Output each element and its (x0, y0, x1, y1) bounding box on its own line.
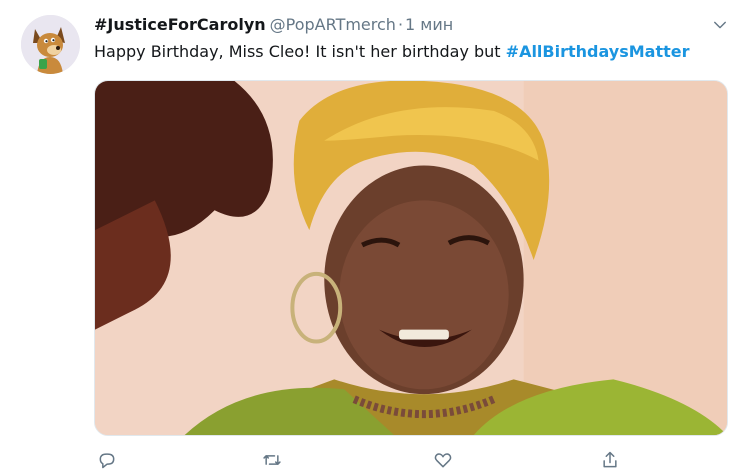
tweet-actions (94, 448, 728, 472)
reply-icon (99, 453, 115, 469)
retweet-icon (263, 455, 281, 465)
tweet[interactable]: #JusticeForCarolyn @PopARTmerch · 1 мин Hap… (0, 0, 740, 476)
tweet-text: Happy Birthday, Miss Cleo! It isn't her … (94, 41, 690, 63)
reply-button[interactable] (94, 448, 120, 472)
like-button[interactable] (430, 448, 456, 472)
share-button[interactable] (597, 448, 623, 472)
user-handle[interactable]: @PopARTmerch (270, 15, 396, 34)
avatar[interactable] (21, 15, 80, 74)
retweet-button[interactable] (259, 448, 285, 472)
portrait-photo (95, 81, 727, 435)
chevron-down-icon[interactable] (709, 14, 731, 36)
tweet-photo[interactable] (94, 80, 728, 436)
cartoon-dog-avatar (21, 15, 80, 74)
hashtag-link[interactable]: #AllBirthdaysMatter (506, 42, 690, 61)
tweet-text-body: Happy Birthday, Miss Cleo! It isn't her … (94, 42, 506, 61)
heart-icon (434, 453, 452, 468)
display-name[interactable]: #JusticeForCarolyn (94, 15, 266, 34)
timestamp[interactable]: 1 мин (405, 15, 453, 34)
tweet-header: #JusticeForCarolyn @PopARTmerch · 1 мин (94, 14, 453, 36)
share-icon (603, 451, 617, 468)
separator-dot: · (397, 15, 404, 34)
